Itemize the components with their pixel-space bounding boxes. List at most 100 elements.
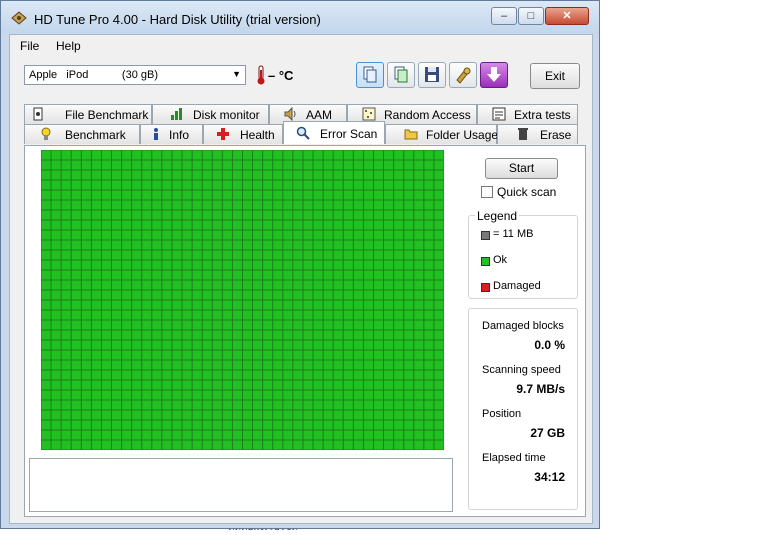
maximize-button[interactable]: □ — [518, 7, 544, 25]
scan-block — [414, 420, 424, 430]
scan-block — [394, 260, 404, 270]
scan-block — [192, 230, 202, 240]
scan-block — [384, 420, 394, 430]
scan-block — [192, 410, 202, 420]
scan-block — [394, 240, 404, 250]
tab-folder-usage[interactable]: Folder Usage — [385, 124, 498, 144]
scan-block — [384, 310, 394, 320]
scan-block — [122, 300, 132, 310]
options-button[interactable] — [449, 62, 477, 88]
download-button[interactable] — [480, 62, 508, 88]
close-button[interactable]: ✕ — [545, 7, 589, 25]
copy-info-button[interactable] — [356, 62, 384, 88]
scan-block — [303, 240, 313, 250]
tab-erase[interactable]: Erase — [497, 124, 578, 144]
scan-block — [253, 350, 263, 360]
close-icon: ✕ — [562, 10, 572, 22]
scan-block — [132, 180, 142, 190]
scan-block — [152, 200, 162, 210]
scan-block — [373, 190, 384, 200]
title-bar[interactable]: HD Tune Pro 4.00 - Hard Disk Utility (tr… — [1, 1, 599, 33]
tab-label: Random Access — [384, 108, 471, 122]
scan-block — [303, 250, 313, 260]
scan-log-box[interactable] — [29, 458, 453, 512]
scan-block — [51, 290, 61, 300]
scan-block — [243, 200, 253, 210]
scan-block — [243, 350, 253, 360]
scan-block — [202, 430, 212, 440]
scan-block — [122, 320, 132, 330]
tab-health[interactable]: Health — [203, 124, 283, 144]
scan-block — [91, 160, 101, 170]
scan-block — [404, 310, 414, 320]
scan-block — [353, 350, 363, 360]
tab-info[interactable]: Info — [140, 124, 203, 144]
scan-block — [384, 290, 394, 300]
scan-block — [132, 310, 142, 320]
scan-block — [182, 160, 192, 170]
scan-block — [142, 270, 152, 280]
scan-block — [172, 320, 182, 330]
scan-block — [363, 380, 373, 390]
scan-block — [353, 430, 363, 440]
scan-block — [343, 280, 353, 290]
scan-block — [373, 310, 384, 320]
scan-block — [293, 350, 303, 360]
scan-block — [172, 150, 182, 160]
scan-block — [283, 390, 293, 400]
exit-button[interactable]: Exit — [530, 63, 580, 89]
scan-block — [101, 270, 112, 280]
scan-block — [283, 350, 293, 360]
tab-benchmark[interactable]: Benchmark — [24, 124, 140, 144]
scan-block — [434, 440, 444, 450]
start-button[interactable]: Start — [485, 158, 558, 179]
scan-block — [363, 180, 373, 190]
scan-block — [384, 430, 394, 440]
scan-block — [81, 310, 91, 320]
scan-block — [212, 400, 222, 410]
drive-select[interactable]: Apple iPod (30 gB) ▼ — [24, 65, 246, 85]
scan-block — [303, 350, 313, 360]
scan-block — [384, 340, 394, 350]
scan-block — [192, 240, 202, 250]
scan-block — [363, 390, 373, 400]
scan-block — [142, 410, 152, 420]
scan-block — [232, 250, 242, 260]
scan-block — [404, 270, 414, 280]
menu-help[interactable]: Help — [56, 39, 81, 53]
scan-block — [162, 170, 172, 180]
scan-block — [112, 220, 122, 230]
scan-block — [303, 280, 313, 290]
menu-file[interactable]: File — [20, 39, 39, 53]
scan-block — [404, 170, 414, 180]
scan-block — [434, 300, 444, 310]
scan-block — [81, 220, 91, 230]
scan-block — [414, 360, 424, 370]
tab-extra-tests[interactable]: Extra tests — [477, 104, 578, 124]
scan-block — [122, 380, 132, 390]
scan-block — [394, 310, 404, 320]
tab-file-benchmark[interactable]: File Benchmark — [24, 104, 152, 124]
quick-scan-checkbox[interactable] — [481, 186, 493, 198]
tab-error-scan[interactable]: Error Scan — [283, 121, 385, 144]
save-button[interactable] — [418, 62, 446, 88]
scan-block — [162, 190, 172, 200]
scan-block — [61, 420, 71, 430]
temperature-readout: – °C — [268, 68, 294, 83]
copy-screenshot-button[interactable] — [387, 62, 415, 88]
minimize-button[interactable]: – — [491, 7, 517, 25]
scan-block — [81, 280, 91, 290]
scan-block — [253, 170, 263, 180]
scan-block — [222, 190, 232, 200]
tab-disk-monitor[interactable]: Disk monitor — [152, 104, 269, 124]
scan-block — [343, 390, 353, 400]
scan-block — [112, 160, 122, 170]
scan-block — [222, 360, 232, 370]
scan-block — [414, 210, 424, 220]
scan-block — [283, 440, 293, 450]
scan-block — [283, 380, 293, 390]
scan-block — [373, 340, 384, 350]
scan-block — [152, 290, 162, 300]
scan-block — [122, 360, 132, 370]
scan-block — [222, 370, 232, 380]
